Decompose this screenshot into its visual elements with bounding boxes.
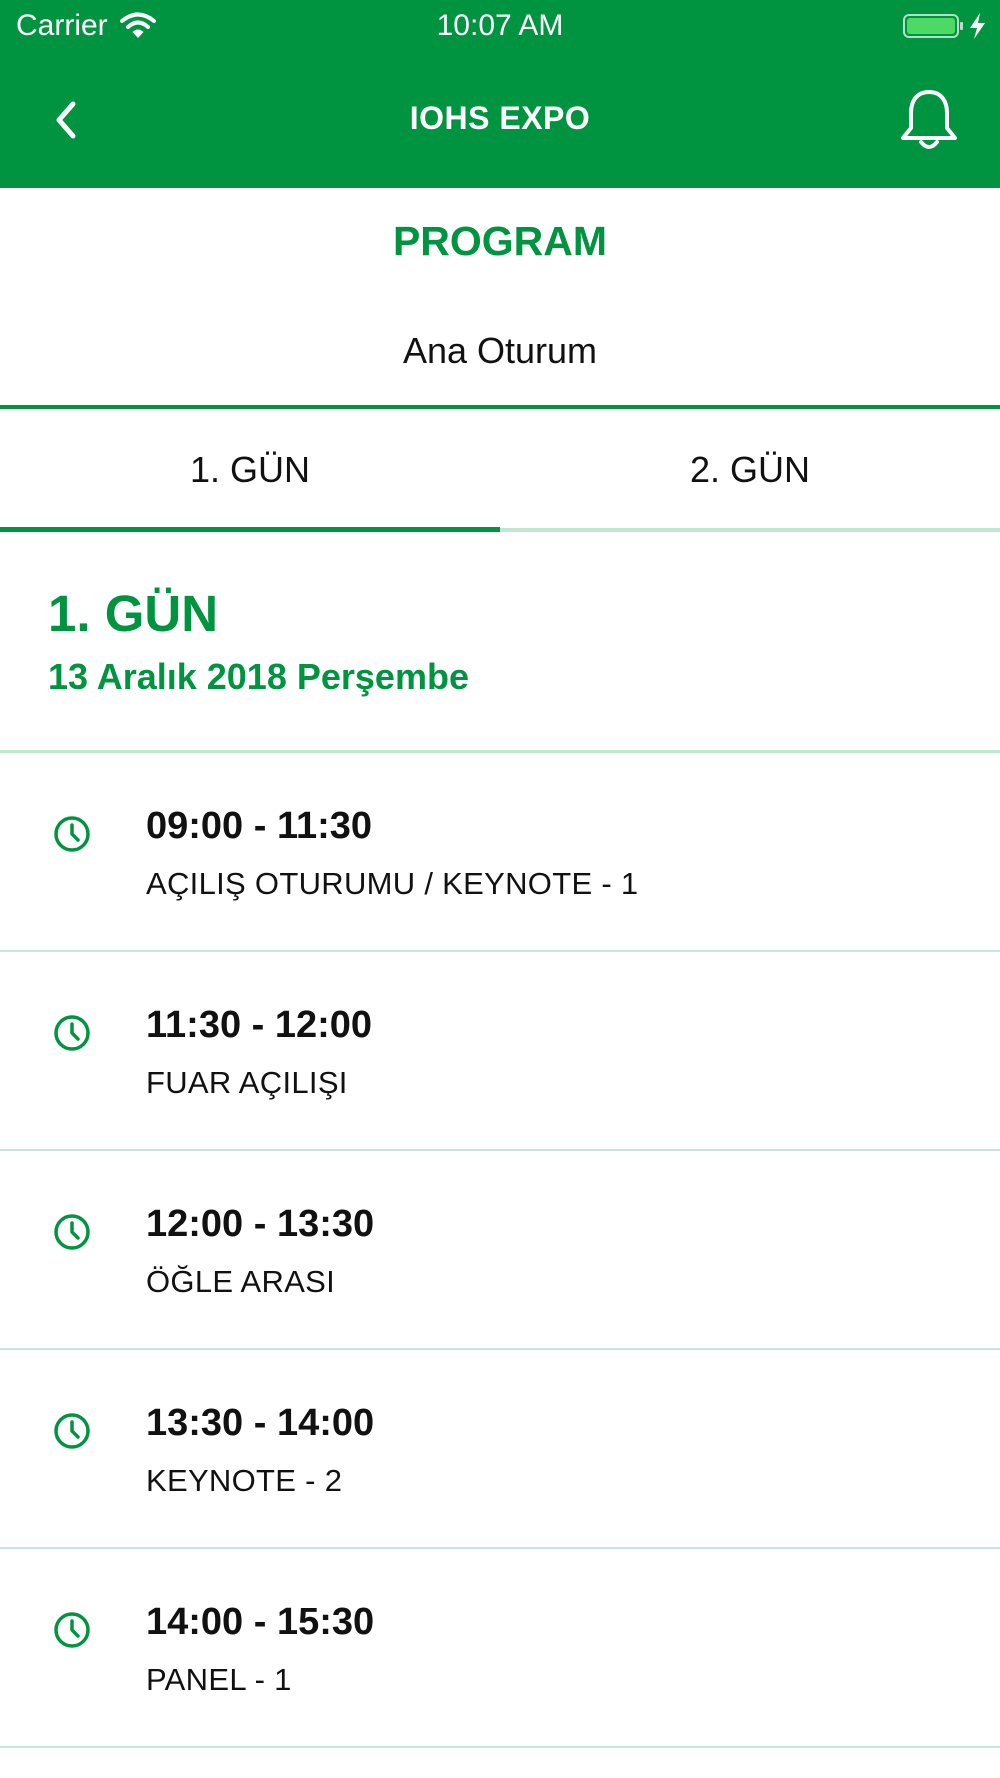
tab-label: 2. GÜN (689, 449, 811, 490)
status-bar: Carrier 10:07 AM (0, 0, 1000, 50)
schedule-item[interactable]: 11:30 - 12:00 FUAR AÇILIŞI (0, 952, 1000, 1151)
clock-icon (54, 1214, 90, 1250)
clock-icon (54, 816, 90, 852)
schedule-title: KEYNOTE - 2 (146, 1463, 343, 1498)
schedule-time: 11:30 - 12:00 (146, 1004, 373, 1046)
tab-indicator (500, 528, 1000, 532)
notifications-button[interactable] (896, 86, 962, 156)
clock-icon (54, 1413, 90, 1449)
page-title: PROGRAM (392, 218, 608, 264)
schedule-item[interactable]: 13:30 - 14:00 KEYNOTE - 2 (0, 1350, 1000, 1549)
clock-icon (54, 1612, 90, 1648)
schedule-time: 12:00 - 13:30 (146, 1203, 375, 1245)
tab-day-2[interactable]: 2. GÜN (500, 409, 1000, 532)
schedule-time: 14:00 - 15:30 (146, 1601, 375, 1643)
day-heading: 1. GÜN (48, 585, 219, 642)
tab-indicator-active (0, 527, 500, 532)
schedule-time: 09:00 - 11:30 (146, 805, 373, 847)
nav-title: IOHS EXPO (409, 100, 591, 136)
schedule-title: ÖĞLE ARASI (146, 1264, 336, 1299)
schedule-list: 09:00 - 11:30 AÇILIŞ OTURUMU / KEYNOTE -… (0, 753, 1000, 1748)
day-tabs: 1. GÜN 2. GÜN (0, 409, 1000, 532)
navigation-bar: IOHS EXPO (0, 70, 1000, 170)
day-date: 13 Aralık 2018 Perşembe (48, 656, 469, 697)
clock-icon (54, 1015, 90, 1051)
status-time: 10:07 AM (436, 9, 564, 42)
schedule-time: 13:30 - 14:00 (146, 1402, 375, 1444)
schedule-title: AÇILIŞ OTURUMU / KEYNOTE - 1 (146, 866, 639, 901)
schedule-item[interactable]: 12:00 - 13:30 ÖĞLE ARASI (0, 1151, 1000, 1350)
schedule-title: FUAR AÇILIŞI (146, 1065, 348, 1100)
schedule-title: PANEL - 1 (146, 1662, 292, 1697)
tab-day-1[interactable]: 1. GÜN (0, 409, 500, 532)
schedule-item[interactable]: 09:00 - 11:30 AÇILIŞ OTURUMU / KEYNOTE -… (0, 753, 1000, 952)
bell-icon (901, 90, 957, 149)
app-header: Carrier 10:07 AM IOHS EXPO (0, 0, 1000, 188)
session-name: Ana Oturum (402, 330, 598, 371)
schedule-item[interactable]: 14:00 - 15:30 PANEL - 1 (0, 1549, 1000, 1748)
divider (0, 1746, 1000, 1748)
tab-label: 1. GÜN (189, 449, 311, 490)
battery-icon (903, 13, 985, 39)
